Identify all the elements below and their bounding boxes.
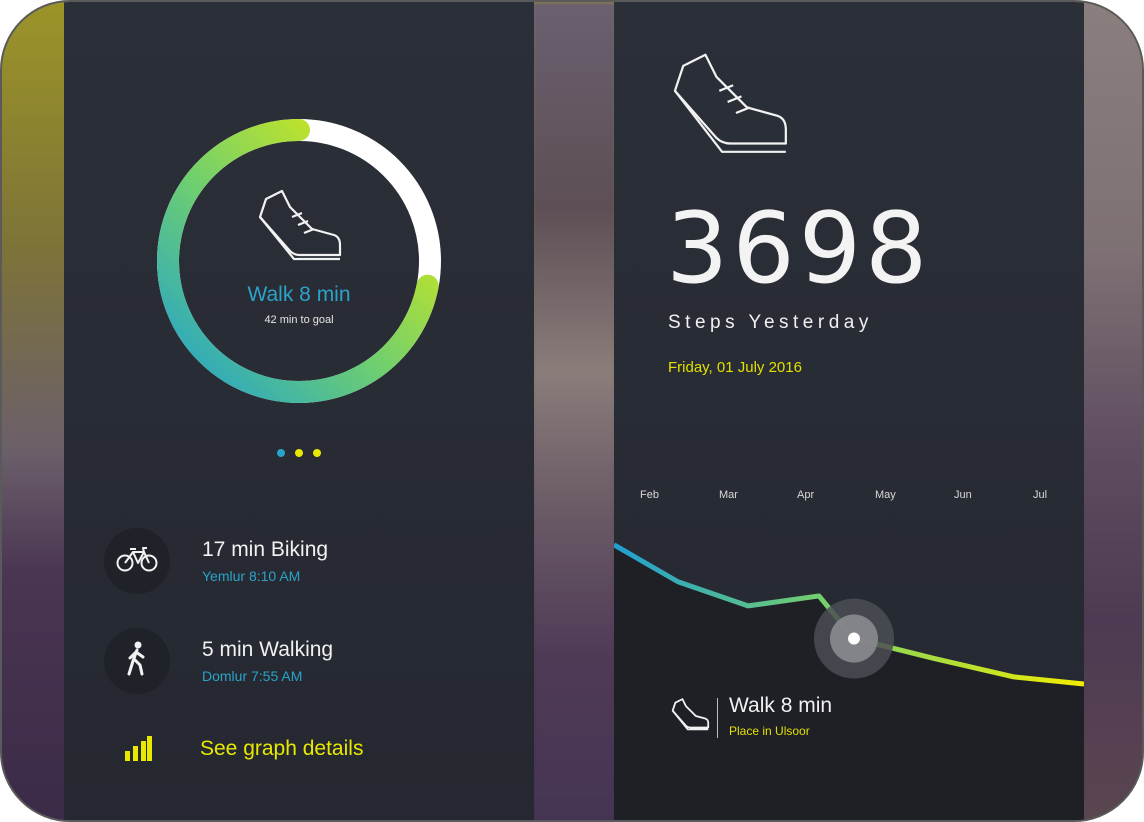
ring-title: Walk 8 min: [247, 283, 351, 306]
background-blur-right: [1082, 2, 1142, 820]
walking-person-icon: [124, 641, 150, 682]
selected-activity-subtitle: Place in Ulsoor: [729, 724, 810, 738]
device-frame: Walk 8 min 42 min to goal 17 min Biking …: [0, 0, 1144, 822]
see-graph-details-link[interactable]: See graph details: [124, 733, 454, 765]
page-indicator: [277, 449, 321, 457]
activity-subtitle: Yemlur 8:10 AM: [202, 568, 301, 584]
activity-item-walking[interactable]: 5 min Walking Domlur 7:55 AM: [104, 628, 524, 694]
background-blur-center: [532, 2, 616, 820]
bicycle-icon: [116, 545, 158, 578]
page-dot-2[interactable]: [295, 449, 303, 457]
selected-activity[interactable]: Walk 8 min Place in Ulsoor: [670, 692, 930, 742]
page-dot-3[interactable]: [313, 449, 321, 457]
steps-panel: 3698 Steps Yesterday Friday, 01 July 201…: [614, 2, 1084, 820]
activity-icon-circle: [104, 528, 170, 594]
activity-icon-circle: [104, 628, 170, 694]
selected-point[interactable]: [848, 632, 860, 645]
activity-title: 5 min Walking: [202, 638, 334, 661]
activity-panel: Walk 8 min 42 min to goal 17 min Biking …: [64, 2, 534, 820]
activity-title: 17 min Biking: [202, 538, 329, 561]
page-dot-1[interactable]: [277, 449, 285, 457]
bar-chart-icon: [124, 735, 152, 766]
selected-activity-title: Walk 8 min: [729, 694, 833, 717]
activity-subtitle: Domlur 7:55 AM: [202, 668, 303, 684]
shoe-icon: [670, 698, 710, 739]
graph-link-label: See graph details: [200, 737, 364, 760]
divider: [717, 698, 718, 738]
ring-subtitle: 42 min to goal: [264, 314, 334, 326]
shoe-icon: [254, 189, 344, 274]
activity-item-biking[interactable]: 17 min Biking Yemlur 8:10 AM: [104, 528, 524, 594]
